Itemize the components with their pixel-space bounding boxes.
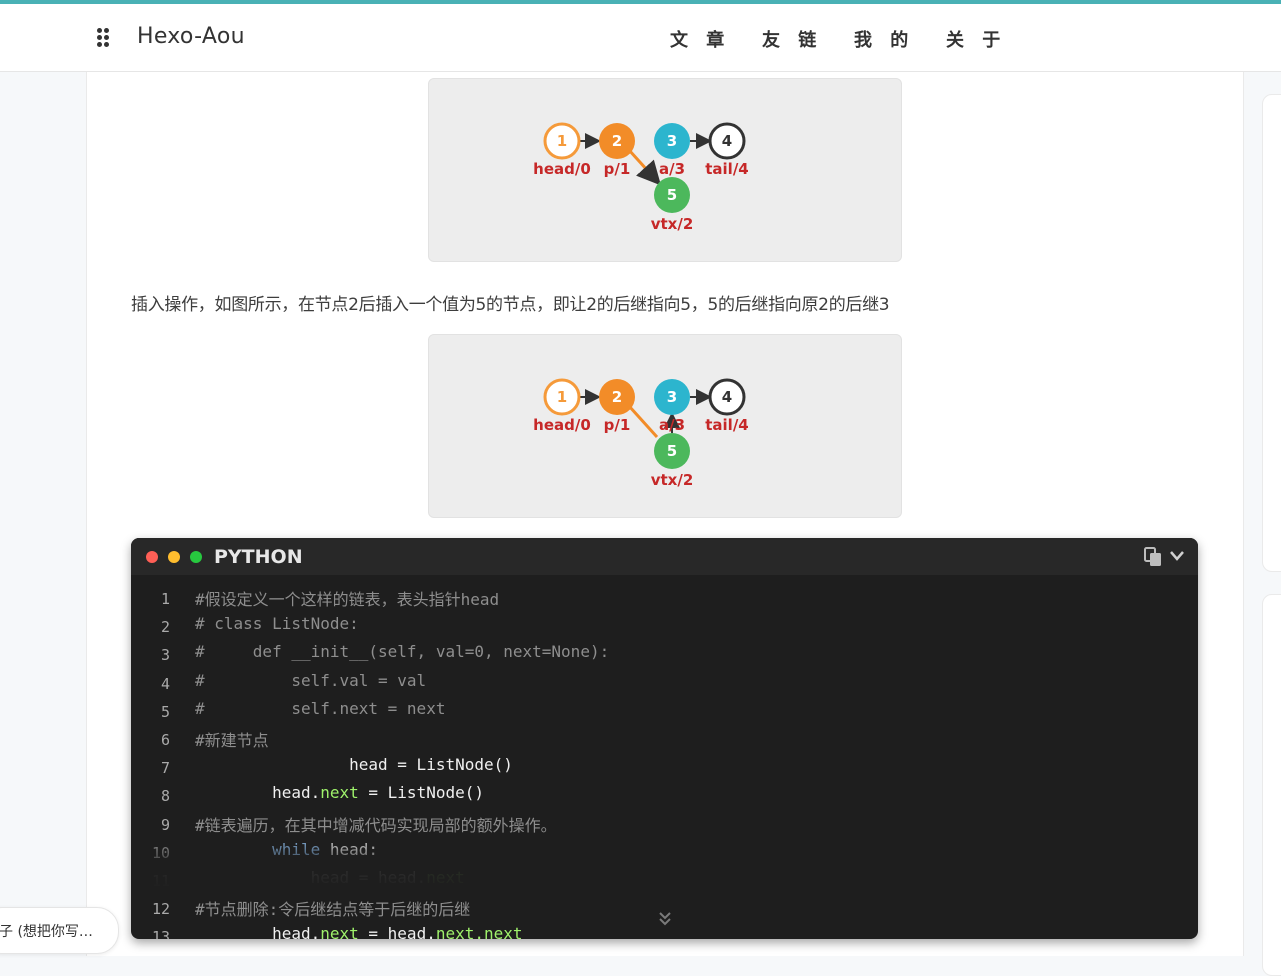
node-number: 2 [612,132,622,150]
sidebar-card [1262,594,1281,976]
code-comment: # self.next = next [195,698,446,718]
code-comment: #新建节点 [195,731,269,750]
code-text: #链表遍历，在其中增减代码实现局部的额外操作。 [195,812,557,836]
main-nav: 文 章 友 链 我 的 关 于 [670,26,1038,52]
code-comment: # class ListNode: [195,614,359,634]
node-label: tail/4 [705,160,749,178]
node-label: vtx/2 [651,215,694,233]
line-number: 1 [160,590,170,608]
code-comment: # self.val = val [195,670,427,690]
linked-list-figure: 1 2 3 4 5 head/0 p/1 a/3 tail/4 vtx/2 [428,334,902,518]
node-label: a/3 [659,160,685,178]
linked-list-figure: 1 2 3 4 5 head/0 p/1 a/3 tail/4 vtx/2 [428,78,902,262]
code-text: #假设定义一个这样的链表，表头指针head [195,586,499,610]
code-text: # self.next = next [195,699,445,718]
chat-preview-bubble[interactable]: 子 (想把你写… [0,907,119,954]
line-number: 5 [160,702,170,721]
sidebar-card [1262,94,1281,572]
node-number: 3 [667,388,677,406]
node-label: a/3 [659,416,685,434]
line-number: 4 [160,674,170,693]
code-block: PYTHON 1 #假设定义一个这样的链表，表头指针head 2 # class Li… [131,538,1198,939]
node-label: tail/4 [705,416,749,434]
paragraph-text: 插入操作，如图所示，在节点2后插入一个值为5的节点，即让2的后继指向5，5的后继… [131,295,890,315]
line-number: 6 [160,731,170,749]
node-label: p/1 [604,160,631,178]
copy-icon[interactable] [1143,547,1163,567]
code-token: head. [272,924,321,939]
code-text: #节点删除:令后继结点等于后继的后继 [195,896,470,920]
edge-2-5 [627,404,659,439]
node-number: 4 [722,388,732,406]
code-language-label: PYTHON [214,546,303,568]
node-number: 1 [557,388,567,406]
line-number: 9 [160,815,170,834]
expand-icon[interactable] [657,910,673,928]
code-comment: #链表遍历，在其中增减代码实现局部的额外操作。 [195,815,557,835]
chevron-down-icon[interactable] [1169,549,1185,563]
line-number: 13 [151,928,170,939]
window-close-dot [146,551,158,563]
code-fade-overlay [131,834,1198,891]
nav-item-about[interactable]: 关 于 [946,26,1038,52]
line-number: 3 [160,646,170,665]
code-token: head = ListNode() [349,755,513,775]
code-text: # class ListNode: [195,614,359,633]
node-number: 5 [667,186,677,204]
node-label: p/1 [604,416,631,434]
code-token: head. [272,783,321,803]
node-number: 5 [667,442,677,460]
code-comment: # def __init__(self, val=0, next=None): [195,642,610,662]
code-attribute: next [320,783,359,803]
edge-2-5 [627,148,662,186]
code-text: # self.val = val [195,671,426,690]
code-text: #新建节点 [195,727,269,751]
window-minimize-dot [168,551,180,563]
linked-list-diagram: 1 2 3 4 5 head/0 p/1 a/3 tail/4 vtx/2 [533,122,749,233]
line-number: 2 [160,618,170,637]
site-header: Hexo-Aou 文 章 友 链 我 的 关 于 [0,4,1281,72]
code-text: head.next = head.next.next [195,924,523,939]
nav-item-articles[interactable]: 文 章 [670,26,762,52]
code-text: # def __init__(self, val=0, next=None): [195,642,609,661]
line-number: 7 [160,759,170,778]
line-number: 12 [151,900,170,919]
code-text: head.next = ListNode() [195,783,484,802]
nav-item-friends[interactable]: 友 链 [762,26,854,52]
code-comment: #假设定义一个这样的链表，表头指针head [195,590,500,609]
code-block-header: PYTHON [131,538,1198,575]
node-label: vtx/2 [651,471,694,489]
code-attribute: next.next [435,924,523,939]
window-maximize-dot [190,551,202,563]
node-number: 2 [612,388,622,406]
code-text: head = ListNode() [195,755,513,774]
node-number: 3 [667,132,677,150]
code-attribute: next [320,924,359,939]
linked-list-diagram: 1 2 3 4 5 head/0 p/1 a/3 tail/4 vtx/2 [533,378,749,489]
code-comment: #节点删除:令后继结点等于后继的后继 [195,900,471,920]
chat-preview-text: 子 (想把你写… [0,924,93,940]
code-token: = head. [358,924,436,939]
node-number: 4 [722,132,732,150]
node-number: 1 [557,132,567,150]
code-token: = ListNode() [358,783,484,803]
site-title[interactable]: Hexo-Aou [137,24,245,49]
menu-icon[interactable] [97,28,111,48]
line-number: 8 [160,787,170,806]
node-label: head/0 [533,416,591,434]
nav-item-mine[interactable]: 我 的 [854,26,946,52]
node-label: head/0 [533,160,591,178]
